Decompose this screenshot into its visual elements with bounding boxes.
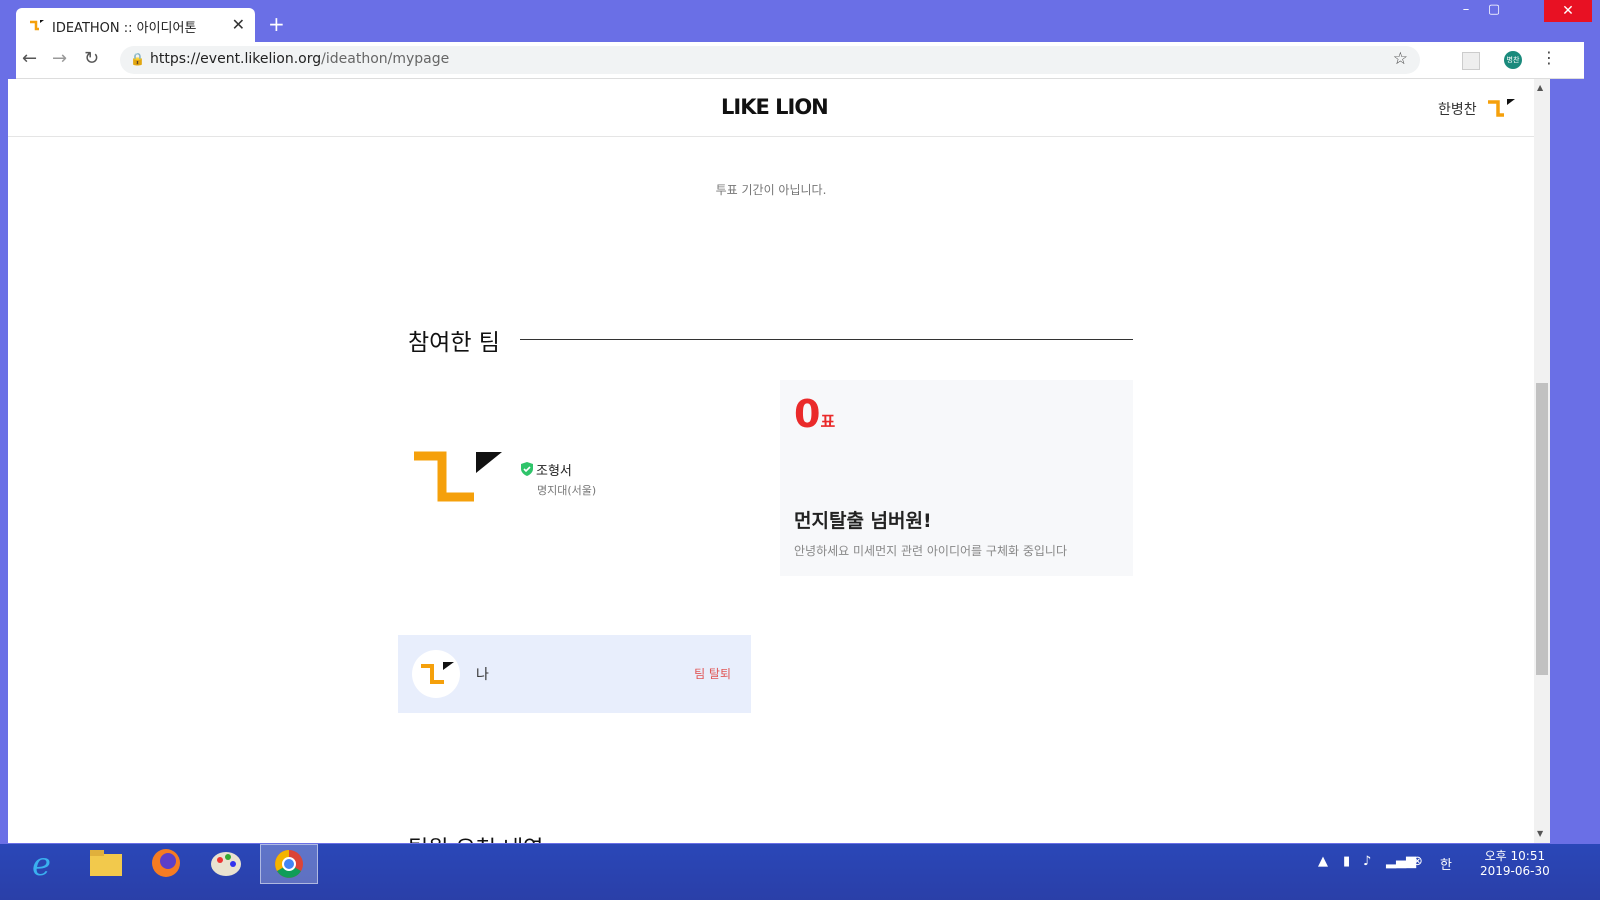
forward-icon[interactable]: → <box>52 48 67 69</box>
page-scrollbar[interactable]: ▲ ▼ <box>1534 79 1550 843</box>
tab-close-icon[interactable]: ✕ <box>232 15 245 34</box>
member-name: 나 <box>476 667 489 683</box>
next-section-title: 팀원 요청 내역 <box>408 831 543 843</box>
url-text: https://event.likelion.org/ideathon/mypa… <box>150 51 450 67</box>
reload-icon[interactable]: ↻ <box>84 48 99 69</box>
verified-shield-icon <box>521 462 533 476</box>
notification-icon[interactable]: ⊗ <box>1412 854 1423 869</box>
team-title: 먼지탈출 넘버원! <box>794 510 932 532</box>
bookmark-star-icon[interactable]: ☆ <box>1393 49 1408 69</box>
new-tab-button[interactable]: + <box>268 12 285 36</box>
taskbar-clock[interactable]: 오후 10:51 2019-06-30 <box>1480 847 1550 878</box>
close-window-button[interactable]: ✕ <box>1544 0 1592 22</box>
likelion-favicon-icon <box>30 20 44 31</box>
chrome-taskbar-icon[interactable] <box>260 844 318 884</box>
team-logo-icon <box>414 451 502 502</box>
address-bar[interactable]: 🔒 https://event.likelion.org/ideathon/my… <box>120 46 1420 74</box>
section-title: 참여한 팀 <box>408 330 500 356</box>
web-page: LIKE LION 한병찬 투표 기간이 아닙니다. 참여한 팀 조형서 명지대… <box>8 79 1534 843</box>
leave-team-button[interactable]: 팀 탈퇴 <box>694 665 731 682</box>
paint-taskbar-icon[interactable] <box>198 844 254 882</box>
vote-notice: 투표 기간이 아닙니다. <box>715 183 827 197</box>
team-leader-name: 조형서 <box>536 464 572 479</box>
site-header: LIKE LION 한병찬 <box>8 79 1534 137</box>
scroll-thumb[interactable] <box>1536 383 1548 675</box>
user-avatar-icon[interactable] <box>1486 97 1516 119</box>
volume-icon[interactable]: ♪ <box>1363 854 1371 869</box>
vote-count: 0표 <box>794 392 836 436</box>
member-row: 나 팀 탈퇴 <box>398 635 751 713</box>
tab-title: IDEATHON :: 아이디어톤 <box>52 21 197 36</box>
member-avatar <box>412 650 460 698</box>
user-name[interactable]: 한병찬 <box>1438 99 1477 119</box>
battery-icon[interactable]: ▮ <box>1343 854 1350 869</box>
browser-menu-icon[interactable]: ⋮ <box>1541 48 1557 67</box>
site-logo[interactable]: LIKE LION <box>721 95 829 119</box>
scroll-down-icon[interactable]: ▼ <box>1537 829 1543 838</box>
tray-expand-icon[interactable]: ▲ <box>1318 854 1328 869</box>
windows-taskbar: e ▲ ▮ ♪ ▂▄▆ ⊗ 한 오후 10:51 2019-06-30 <box>0 844 1600 900</box>
team-card[interactable]: 0표 먼지탈출 넘버원! 안녕하세요 미세먼지 관련 아이디어를 구체화 중입니… <box>780 380 1133 576</box>
maximize-button[interactable]: ▢ <box>1474 2 1514 17</box>
scroll-up-icon[interactable]: ▲ <box>1537 83 1543 92</box>
lock-icon: 🔒 <box>130 52 145 66</box>
back-icon[interactable]: ← <box>22 48 37 69</box>
browser-tab[interactable]: IDEATHON :: 아이디어톤 ✕ <box>16 8 255 42</box>
firefox-taskbar-icon[interactable] <box>138 844 194 882</box>
profile-avatar[interactable]: 병찬 <box>1504 51 1522 69</box>
team-leader-school: 명지대(서울) <box>537 484 597 497</box>
svg-text:e: e <box>32 845 51 882</box>
extension-icon[interactable] <box>1462 52 1480 70</box>
section-divider <box>520 339 1133 340</box>
team-description: 안녕하세요 미세먼지 관련 아이디어를 구체화 중입니다 <box>794 544 1067 558</box>
ie-taskbar-icon[interactable]: e <box>18 844 74 883</box>
browser-toolbar: ← → ↻ 🔒 https://event.likelion.org/ideat… <box>16 42 1584 79</box>
member-logo-icon <box>421 662 454 684</box>
file-explorer-taskbar-icon[interactable] <box>78 844 134 882</box>
ime-indicator[interactable]: 한 <box>1440 854 1452 873</box>
